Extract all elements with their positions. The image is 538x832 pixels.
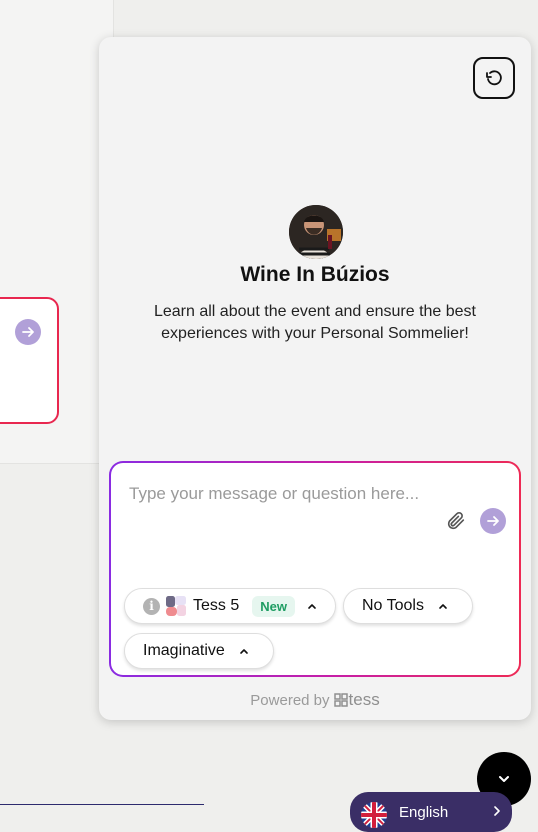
tools-label: No Tools <box>362 597 424 614</box>
brand-name: tess <box>348 690 380 709</box>
arrow-right-icon <box>487 516 499 526</box>
widget-title: Wine In Búzios <box>240 263 390 286</box>
widget-description: Learn all about the event and ensure the… <box>153 303 476 342</box>
chevron-up-icon <box>308 604 316 609</box>
message-input[interactable] <box>129 481 429 541</box>
model-selector[interactable]: i Tess 5 New <box>124 588 336 624</box>
avatar <box>289 205 343 259</box>
new-badge: New <box>252 595 295 617</box>
chevron-right-icon <box>494 806 500 816</box>
mode-label: Imaginative <box>143 642 225 659</box>
attach-file-button[interactable] <box>445 510 469 534</box>
language-selector[interactable]: English <box>350 792 512 832</box>
refresh-icon <box>486 70 502 86</box>
background-divider <box>0 804 204 805</box>
message-composer: i Tess 5 New No Tools <box>109 461 521 677</box>
powered-by-label: Powered by <box>250 691 330 709</box>
chevron-up-icon <box>240 649 248 654</box>
chevron-up-icon <box>439 604 447 609</box>
tess-logo-icon <box>333 693 348 707</box>
reset-chat-button[interactable] <box>473 57 515 99</box>
powered-by-brand[interactable]: tess <box>333 690 380 710</box>
chevron-down-icon <box>499 776 509 782</box>
mode-selector[interactable]: Imaginative <box>124 633 274 669</box>
model-name: Tess 5 <box>193 597 240 614</box>
paperclip-icon <box>447 511 465 530</box>
chat-widget: Wine In Búzios Learn all about the event… <box>99 37 531 720</box>
powered-by: Powered by tess <box>99 690 531 710</box>
tess-logo-icon <box>166 596 186 616</box>
background-input-box <box>0 297 59 424</box>
uk-flag-icon <box>361 802 387 828</box>
send-button[interactable] <box>480 508 506 534</box>
background-send-button <box>15 319 41 345</box>
language-label: English <box>399 804 449 821</box>
info-icon[interactable]: i <box>143 597 160 615</box>
tools-selector[interactable]: No Tools <box>343 588 473 624</box>
